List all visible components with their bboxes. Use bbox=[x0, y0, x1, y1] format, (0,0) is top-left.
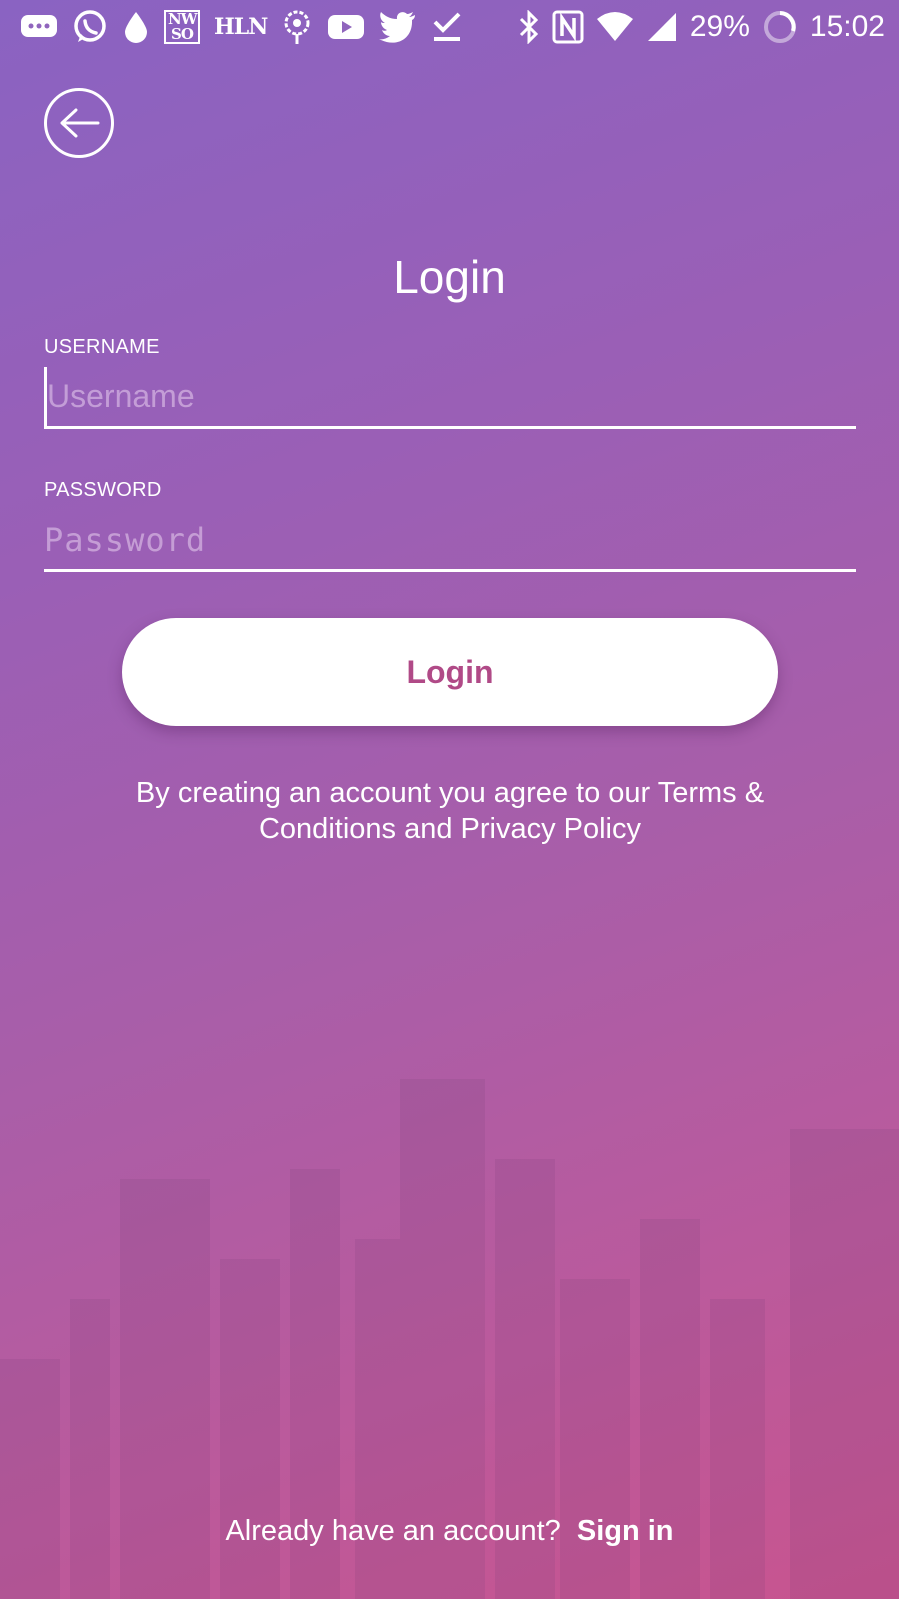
sign-in-prompt: Already have an account? Sign in bbox=[0, 1515, 899, 1548]
password-label: PASSWORD bbox=[44, 479, 162, 501]
messages-icon bbox=[20, 9, 58, 45]
bluetooth-icon bbox=[518, 9, 540, 45]
hln-icon: HLN bbox=[214, 14, 268, 40]
battery-ring-icon bbox=[762, 9, 798, 45]
arrow-left-icon bbox=[60, 108, 100, 138]
username-field: USERNAME bbox=[44, 336, 856, 429]
signal-icon bbox=[646, 9, 678, 45]
terms-text: By creating an account you agree to our … bbox=[135, 777, 765, 845]
page-title: Login bbox=[393, 251, 506, 303]
login-button[interactable]: Login bbox=[122, 618, 778, 726]
password-input[interactable] bbox=[44, 510, 856, 572]
status-bar: NW SO HLN 29% 15:02 bbox=[0, 0, 899, 54]
username-label: USERNAME bbox=[44, 336, 160, 358]
whatsapp-icon bbox=[72, 9, 108, 45]
username-input[interactable] bbox=[44, 367, 856, 429]
download-done-icon bbox=[431, 9, 463, 45]
wifi-icon bbox=[596, 9, 634, 45]
battery-percent: 29% bbox=[689, 10, 750, 43]
youtube-icon bbox=[327, 9, 365, 45]
password-field: PASSWORD bbox=[44, 479, 856, 572]
sign-in-prompt-text: Already have an account? bbox=[225, 1515, 561, 1547]
sign-in-link[interactable]: Sign in bbox=[577, 1515, 674, 1547]
clock: 15:02 bbox=[809, 10, 885, 43]
flower-icon bbox=[281, 9, 313, 45]
drop-icon bbox=[122, 9, 150, 45]
nfc-icon bbox=[552, 9, 584, 45]
twitter-icon bbox=[379, 9, 417, 45]
back-button[interactable] bbox=[44, 88, 114, 158]
nws-icon: NW SO bbox=[164, 9, 200, 45]
